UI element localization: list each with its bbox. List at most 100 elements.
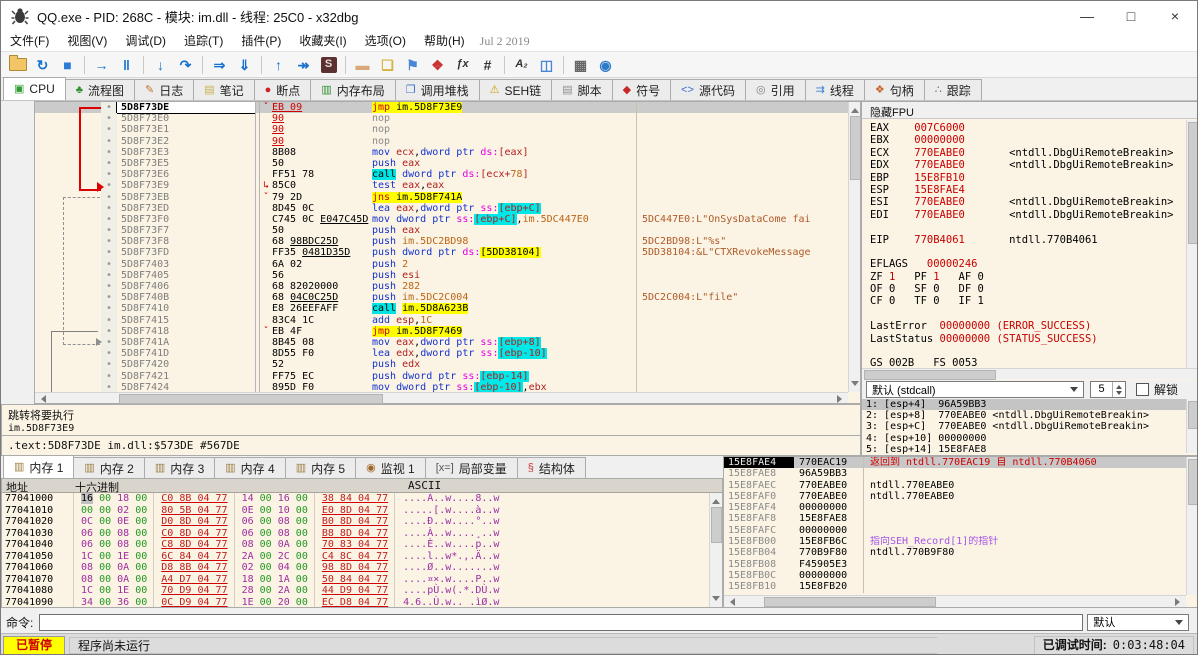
breakpoint-dot[interactable]: • [101, 192, 117, 203]
register-line[interactable]: EAX 007C6000 [870, 122, 1184, 134]
disasm-row[interactable]: •5D8F741A8B45 08mov eax,dword ptr ss:[eb… [35, 337, 848, 348]
stack-vscrollbar[interactable] [1186, 457, 1198, 595]
disasm-row[interactable]: •5D8F7410E8 26EEFAFFcall im.5D8A623B [35, 303, 848, 314]
stack-row[interactable]: 15E8FB08F45905E3 [724, 559, 1186, 570]
disasm-row[interactable]: •5D8F73F868 98BDC25Dpush im.5DC2BD985DC2… [35, 236, 848, 247]
register-line[interactable]: ESI 770EABE0 <ntdll.DbgUiRemoteBreakin> [870, 196, 1184, 208]
step-out-button[interactable]: ⇓ [232, 53, 257, 76]
disasm-row[interactable]: •5D8F7421FF75 ECpush dword ptr ss:[ebp-1… [35, 371, 848, 382]
tab-struct[interactable]: §结构体 [517, 457, 586, 478]
stack-hscrollbar[interactable] [724, 595, 1186, 607]
arg-row[interactable]: 4: [esp+10] 00000000 [862, 433, 1186, 444]
stack-row[interactable]: 15E8FAEC770EABE0ntdll.770EABE0 [724, 480, 1186, 491]
command-profile-select[interactable]: 默认 [1087, 614, 1189, 631]
arg-row[interactable]: 5: [esp+14] 15E8FAE8 [862, 444, 1186, 455]
register-line[interactable]: EDX 770EABE0 <ntdll.DbgUiRemoteBreakin> [870, 159, 1184, 171]
hash-button[interactable]: # [475, 53, 500, 76]
stack-row[interactable]: 15E8FAFC00000000 [724, 525, 1186, 536]
breakpoint-dot[interactable]: • [101, 281, 117, 292]
register-line[interactable]: ZF 1 PF 1 AF 0 [870, 271, 1184, 283]
tab-handles[interactable]: ❖句柄 [864, 79, 925, 100]
breakpoint-dot[interactable]: • [101, 203, 117, 214]
stack-row[interactable]: 15E8FAE896A59BB3 [724, 468, 1186, 479]
tab-references[interactable]: ◎引用 [745, 79, 806, 100]
maximize-button[interactable]: □ [1109, 2, 1153, 30]
scroll-thumb[interactable] [1188, 122, 1198, 244]
scroll-down-icon[interactable] [712, 596, 720, 605]
register-line[interactable] [870, 246, 1184, 258]
menu-item[interactable]: 帮助(H) [415, 31, 474, 51]
dump-row[interactable]: 7704100016 00 18 00C0 8B 04 7714 00 16 0… [2, 493, 709, 505]
breakpoint-dot[interactable]: • [101, 326, 117, 337]
tab-notes[interactable]: ▤笔记 [193, 79, 254, 100]
breakpoint-dot[interactable]: • [101, 382, 117, 392]
menu-item[interactable]: 文件(F) [1, 31, 58, 51]
register-line[interactable]: LastStatus 00000000 (STATUS_SUCCESS) [870, 333, 1184, 345]
disasm-row[interactable]: •5D8F73E6FF51 78call dword ptr ds:[ecx+7… [35, 169, 848, 180]
scroll-right-icon[interactable] [1175, 598, 1184, 606]
disasm-row[interactable]: •5D8F73DEˇEB 09jmp im.5D8F73E9 [35, 102, 848, 113]
breakpoint-dot[interactable]: • [101, 214, 117, 225]
register-line[interactable]: OF 0 SF 0 DF 0 [870, 283, 1184, 295]
disasm-row[interactable]: •5D8F741583C4 1Cadd esp,1C [35, 315, 848, 326]
disasm-row[interactable]: •5D8F740556push esi [35, 270, 848, 281]
menu-item[interactable]: 视图(V) [58, 31, 116, 51]
bookmarks-button[interactable]: ❖ [425, 53, 450, 76]
disasm-row[interactable]: •5D8F741D8D55 F0lea edx,dword ptr ss:[eb… [35, 348, 848, 359]
arg-row[interactable]: 3: [esp+C] 770EABE0 <ntdll.DbgUiRemoteBr… [862, 421, 1186, 432]
tab-dump-3[interactable]: ▥内存 3 [144, 457, 215, 478]
breakpoint-dot[interactable]: • [101, 147, 117, 158]
arg-count-stepper[interactable]: 5 [1090, 381, 1126, 398]
dump-row[interactable]: 7704109034 00 36 000C D9 04 771E 00 20 0… [2, 597, 709, 608]
run-to-user-code-button[interactable]: ↠ [291, 53, 316, 76]
tab-breakpoints[interactable]: ●断点 [254, 79, 312, 100]
breakpoint-dot[interactable]: • [101, 169, 117, 180]
breakpoint-dot[interactable]: • [101, 270, 117, 281]
tab-dump-5[interactable]: ▥内存 5 [285, 457, 356, 478]
disasm-row[interactable]: •5D8F73EBˇ79 2Djns im.5D8F741A [35, 192, 848, 203]
tab-symbols[interactable]: ◆符号 [612, 79, 671, 100]
close-button[interactable]: × [1153, 2, 1197, 30]
menu-item[interactable]: 追踪(T) [175, 31, 232, 51]
help-globe-button[interactable]: ◉ [593, 53, 618, 76]
scroll-thumb[interactable] [1188, 459, 1198, 505]
registers-hscrollbar[interactable] [862, 368, 1198, 379]
scroll-thumb[interactable] [850, 116, 861, 180]
functions-button[interactable]: ƒx [450, 53, 475, 76]
restart-button[interactable]: ↻ [30, 53, 55, 76]
register-line[interactable]: LastError 00000000 (ERROR_SUCCESS) [870, 320, 1184, 332]
stack-row[interactable]: 15E8FB1015E8FB20 [724, 581, 1186, 592]
unlock-checkbox[interactable] [1136, 383, 1149, 396]
tab-locals[interactable]: [x=]局部变量 [425, 457, 518, 478]
stack-row[interactable]: 15E8FAF0770EABE0ntdll.770EABE0 [724, 491, 1186, 502]
calling-convention-select[interactable]: 默认 (stdcall) [866, 381, 1084, 398]
scroll-down-icon[interactable] [851, 381, 859, 390]
tab-seh[interactable]: ⚠SEH链 [479, 79, 553, 100]
breakpoint-dot[interactable]: • [101, 124, 117, 135]
scylla-button[interactable]: S [316, 53, 341, 76]
stepper-buttons[interactable] [1112, 382, 1125, 397]
disasm-row[interactable]: •5D8F742052push edx [35, 359, 848, 370]
disasm-row[interactable]: •5D8F7418ˇEB 4Fjmp im.5D8F7469 [35, 326, 848, 337]
disasm-row[interactable]: •5D8F73ED8D45 0Clea eax,dword ptr ss:[eb… [35, 203, 848, 214]
register-line[interactable]: ECX 770EABE0 <ntdll.DbgUiRemoteBreakin> [870, 147, 1184, 159]
stack-row[interactable]: 15E8FB04770B9F80ntdll.770B9F80 [724, 547, 1186, 558]
scroll-thumb[interactable] [711, 507, 722, 543]
disasm-hscrollbar[interactable] [35, 392, 848, 403]
breakpoint-dot[interactable]: • [101, 236, 117, 247]
register-line[interactable]: EBX 00000000 [870, 134, 1184, 146]
close-debuggee-button[interactable]: ■ [55, 53, 80, 76]
run-button[interactable]: → [89, 53, 114, 76]
stepper-down-icon[interactable] [1116, 391, 1122, 398]
breakpoint-dot[interactable]: • [101, 158, 117, 169]
stack-row[interactable]: 15E8FAF400000000 [724, 502, 1186, 513]
dump-row[interactable]: 7704106008 00 0A 00D8 8B 04 7702 00 04 0… [2, 562, 709, 574]
menu-item[interactable]: 调试(D) [116, 31, 175, 51]
scroll-left-icon[interactable] [726, 598, 735, 606]
breakpoint-dot[interactable]: • [101, 247, 117, 258]
breakpoint-dot[interactable]: • [101, 371, 117, 382]
scroll-left-icon[interactable] [37, 395, 46, 403]
breakpoint-dot[interactable]: • [101, 348, 117, 359]
disasm-row[interactable]: •5D8F74036A 02push 2 [35, 259, 848, 270]
disasm-row[interactable]: •5D8F73FDFF35 0481D35Dpush dword ptr ds:… [35, 247, 848, 258]
